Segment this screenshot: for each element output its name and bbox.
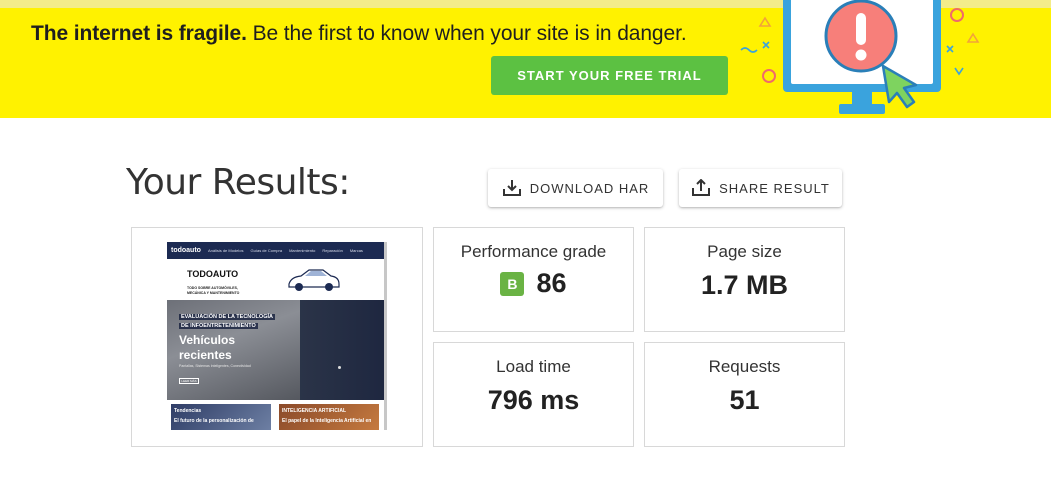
performance-grade-value: 86 — [536, 268, 567, 298]
thumb-headline-line: Vehículos — [179, 333, 236, 347]
thumb-hero-kicker: EVALUACIÓN DE LA TECNOLOGÍA DE INFOENTRET… — [179, 313, 275, 331]
monitor-alert-icon — [740, 0, 980, 114]
thumb-navbar: todoauto Análisis de Modelos Guías de Co… — [167, 242, 385, 259]
thumb-brand: TODOAUTO — [187, 269, 239, 279]
download-icon — [502, 180, 521, 196]
site-screenshot-thumbnail: todoauto Análisis de Modelos Guías de Co… — [167, 242, 387, 430]
thumb-nav-item: Mantenimiento — [289, 248, 316, 253]
share-icon — [692, 179, 711, 196]
thumb-card-subtitle: El futuro de la personalización de — [174, 418, 254, 424]
load-time-label: Load time — [496, 357, 571, 376]
thumb-hero-headline: Vehículos recientes — [179, 333, 235, 363]
banner-headline-rest: Be the first to know when your site is i… — [246, 22, 687, 45]
thumb-nav-item: Marcas — [349, 248, 363, 253]
thumb-hero-subtitle: Pantallas, Sistemas Inteligentes, Conect… — [179, 364, 251, 368]
thumb-scrollbar — [384, 242, 387, 430]
thumb-hero: EVALUACIÓN DE LA TECNOLOGÍA DE INFOENTRET… — [167, 300, 385, 400]
thumb-carousel-dot — [338, 366, 341, 369]
thumb-card-subtitle: El papel de la Inteligencia Artificial e… — [282, 418, 372, 424]
requests-card: Requests 51 — [644, 342, 845, 447]
thumb-article-card: INTELIGENCIA ARTIFICIAL El papel de la I… — [279, 404, 379, 430]
requests-value: 51 — [729, 385, 760, 415]
thumb-kicker-line: DE INFOENTRETENIMIENTO — [179, 323, 258, 329]
thumb-nav-item: Análisis de Modelos — [207, 248, 244, 253]
thumb-card-label: INTELIGENCIA ARTIFICIAL — [282, 408, 347, 414]
thumb-nav-item: Reparación — [322, 248, 343, 253]
site-screenshot-card: todoauto Análisis de Modelos Guías de Co… — [131, 227, 423, 447]
thumb-kicker-line: EVALUACIÓN DE LA TECNOLOGÍA — [179, 314, 275, 320]
thumb-headline-line: recientes — [179, 348, 232, 362]
download-har-button[interactable]: DOWNLOAD HAR — [488, 169, 663, 207]
load-time-card: Load time 796 ms — [433, 342, 634, 447]
results-title: Your Results: — [126, 162, 350, 203]
thumb-hero-button: LEER MÁS — [179, 378, 199, 384]
car-image — [288, 269, 340, 291]
thumb-logo: todoauto — [171, 247, 201, 254]
start-free-trial-button[interactable]: START YOUR FREE TRIAL — [491, 56, 728, 95]
share-result-label: SHARE RESULT — [719, 180, 830, 196]
requests-label: Requests — [708, 357, 781, 376]
download-har-label: DOWNLOAD HAR — [529, 180, 650, 196]
thumb-article-card: Tendencias El futuro de la personalizaci… — [171, 404, 271, 430]
grade-badge: B — [500, 271, 525, 296]
performance-grade-row: B 86 — [434, 268, 633, 299]
banner-headline: The internet is fragile. Be the first to… — [31, 22, 687, 46]
page-size-label: Page size — [707, 242, 782, 261]
page-size-value: 1.7 MB — [700, 270, 789, 300]
page-size-card: Page size 1.7 MB — [644, 227, 845, 332]
promo-banner: The internet is fragile. Be the first to… — [0, 0, 1051, 118]
thumb-card-label: Tendencias — [174, 408, 202, 414]
share-result-button[interactable]: SHARE RESULT — [679, 169, 842, 207]
load-time-value: 796 ms — [487, 385, 580, 415]
performance-grade-card: Performance grade B 86 — [433, 227, 634, 332]
banner-headline-bold: The internet is fragile. — [31, 22, 247, 45]
thumb-tagline: TODO SOBRE AUTOMÓVILES, MECÁNICA Y MANTE… — [187, 286, 240, 295]
performance-grade-label: Performance grade — [460, 242, 607, 261]
thumb-nav-item: Guías de Compra — [250, 248, 283, 253]
